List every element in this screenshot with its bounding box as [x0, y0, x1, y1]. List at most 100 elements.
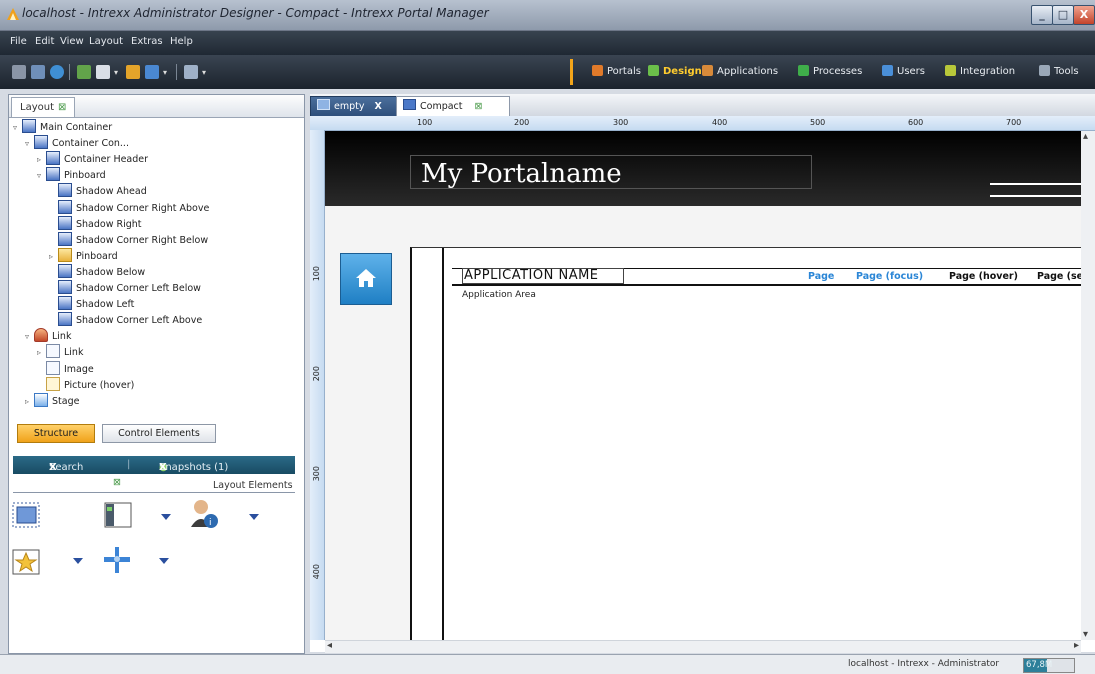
stage-icon [34, 392, 48, 407]
container-element-icon[interactable] [12, 502, 40, 531]
layout-canvas[interactable]: My Portalname APPLICATION NAME Page Page… [325, 131, 1081, 640]
globe-icon[interactable] [50, 65, 64, 79]
tree-node[interactable]: Shadow Corner Right Above [49, 199, 210, 216]
tree-node[interactable]: Shadow Right [49, 215, 142, 232]
portal-name[interactable]: My Portalname [421, 159, 622, 189]
nav-page-focus[interactable]: Page (focus) [856, 271, 923, 282]
status-connection: localhost - Intrexx - Administrator [848, 659, 1000, 669]
application-name[interactable]: APPLICATION NAME [464, 268, 599, 283]
edit-icon[interactable] [96, 65, 110, 79]
publish-icon[interactable] [145, 65, 159, 79]
memory-indicator[interactable]: 67,8M [1023, 658, 1075, 673]
tree-node[interactable]: ▿ Pinboard [37, 167, 106, 183]
structure-button[interactable]: Structure [17, 424, 95, 443]
save-icon[interactable] [126, 65, 140, 79]
user-info-element-icon[interactable]: i [187, 497, 221, 534]
tree-node[interactable]: Picture (hover) [37, 376, 134, 393]
tree-node[interactable]: ▿ Link [25, 328, 71, 344]
expand-toggle-icon[interactable]: ▿ [37, 168, 46, 184]
tree-node[interactable]: ▹ Pinboard [49, 247, 118, 265]
nav-page-selected[interactable]: Page (selec [1037, 271, 1081, 282]
nav-page[interactable]: Page [808, 271, 834, 282]
perspective-processes[interactable]: Processes [798, 65, 862, 77]
tree-node[interactable]: Shadow Corner Left Above [49, 312, 202, 328]
tab-layout[interactable]: Layout ⊠ [11, 97, 76, 117]
dropdown-icon[interactable]: ▾ [163, 68, 171, 77]
nav-page-hover[interactable]: Page (hover) [949, 271, 1018, 282]
tree-node[interactable]: Shadow Below [49, 263, 145, 280]
tree-node[interactable]: ▹ Link [37, 344, 83, 360]
menu-help[interactable]: Help [170, 36, 193, 47]
dropdown-icon[interactable]: ▾ [202, 68, 210, 77]
tree-node-label: Link [52, 331, 72, 343]
dropdown-icon[interactable]: ▾ [114, 68, 122, 77]
perspective-users[interactable]: Users [882, 65, 925, 77]
expand-toggle-icon[interactable]: ▹ [49, 249, 58, 265]
tree-node[interactable]: Image [37, 360, 94, 377]
pagey-icon [46, 376, 60, 391]
container-icon [58, 296, 72, 311]
maximize-button[interactable]: □ [1052, 5, 1074, 25]
close-button[interactable]: X [1073, 5, 1095, 25]
close-icon[interactable]: X [159, 462, 167, 473]
scroll-down-icon[interactable]: ▾ [1083, 629, 1088, 640]
expand-toggle-icon[interactable]: ▹ [25, 394, 34, 410]
perspective-integration[interactable]: Integration [945, 65, 1015, 77]
expand-toggle-icon[interactable]: ▿ [25, 329, 34, 345]
menu-extras[interactable]: Extras [131, 36, 163, 47]
panel-element-icon[interactable] [104, 502, 132, 531]
dropdown-icon[interactable] [159, 558, 169, 564]
perspective-tools[interactable]: Tools [1039, 65, 1079, 77]
expand-toggle-icon[interactable]: ▹ [37, 152, 46, 168]
tab-compact[interactable]: Compact ⊠ [396, 96, 510, 116]
scroll-right-icon[interactable]: ▸ [1074, 640, 1079, 651]
tree-node[interactable]: ▹ Container Header [37, 151, 148, 167]
application-area[interactable]: Application Area [462, 290, 536, 300]
tree-node-label: Shadow Corner Right Above [76, 202, 210, 214]
menu-view[interactable]: View [60, 36, 84, 47]
tab-layout-elements[interactable]: Layout Elements ⊠ [13, 474, 295, 493]
perspective-design[interactable]: Design [648, 65, 702, 77]
layout-icon[interactable] [77, 65, 91, 79]
menu-edit[interactable]: Edit [35, 36, 54, 47]
dropdown-icon[interactable] [249, 514, 259, 520]
menu-bar: File Edit View Layout Extras Help [0, 31, 1095, 55]
control-elements-button[interactable]: Control Elements [102, 424, 216, 443]
tree-node[interactable]: ▿ Container Con... [25, 135, 129, 151]
close-tab-icon[interactable]: ⊠ [113, 477, 121, 488]
scroll-up-icon[interactable]: ▴ [1083, 131, 1088, 142]
new-icon[interactable] [12, 65, 26, 79]
horizontal-scrollbar[interactable]: ◂ ▸ [325, 640, 1081, 653]
expand-toggle-icon[interactable]: ▿ [13, 120, 22, 136]
dropdown-icon[interactable] [73, 558, 83, 564]
expand-toggle-icon[interactable]: ▿ [25, 136, 34, 152]
favorite-element-icon[interactable] [12, 549, 40, 578]
close-icon[interactable]: X [49, 462, 57, 473]
perspective-applications[interactable]: Applications [702, 65, 778, 77]
dropdown-icon[interactable] [161, 514, 171, 520]
expand-toggle-icon[interactable]: ▹ [37, 345, 46, 361]
minimize-button[interactable]: _ [1031, 5, 1053, 25]
navigation-element-icon[interactable] [102, 545, 132, 578]
close-icon[interactable]: X [374, 101, 381, 112]
perspective-portals[interactable]: Portals [592, 65, 641, 77]
menu-file[interactable]: File [10, 36, 27, 47]
menu-layout[interactable]: Layout [89, 36, 123, 47]
tools-icon [1039, 65, 1050, 76]
tree-node[interactable]: Shadow Corner Right Below [49, 231, 208, 248]
scroll-left-icon[interactable]: ◂ [327, 640, 332, 651]
tree-node[interactable]: Shadow Left [49, 296, 134, 312]
preview-icon[interactable] [184, 65, 198, 79]
vertical-scrollbar[interactable]: ▴ ▾ [1081, 131, 1095, 640]
home-button[interactable] [340, 253, 392, 305]
tree-node[interactable]: Shadow Corner Left Below [49, 280, 201, 296]
close-tab-icon[interactable]: ⊠ [475, 101, 483, 112]
open-icon[interactable] [31, 65, 45, 79]
tab-empty[interactable]: empty X [310, 96, 404, 117]
container-icon [58, 312, 72, 327]
tree-node[interactable]: Shadow Ahead [49, 183, 147, 199]
close-tab-icon[interactable]: ⊠ [58, 102, 66, 113]
tree-node[interactable]: ▹ Stage [25, 392, 79, 410]
tree-node[interactable]: ▿ Main Container [13, 119, 112, 135]
horizontal-ruler: 100 200 300 400 500 600 700 [310, 116, 1095, 131]
